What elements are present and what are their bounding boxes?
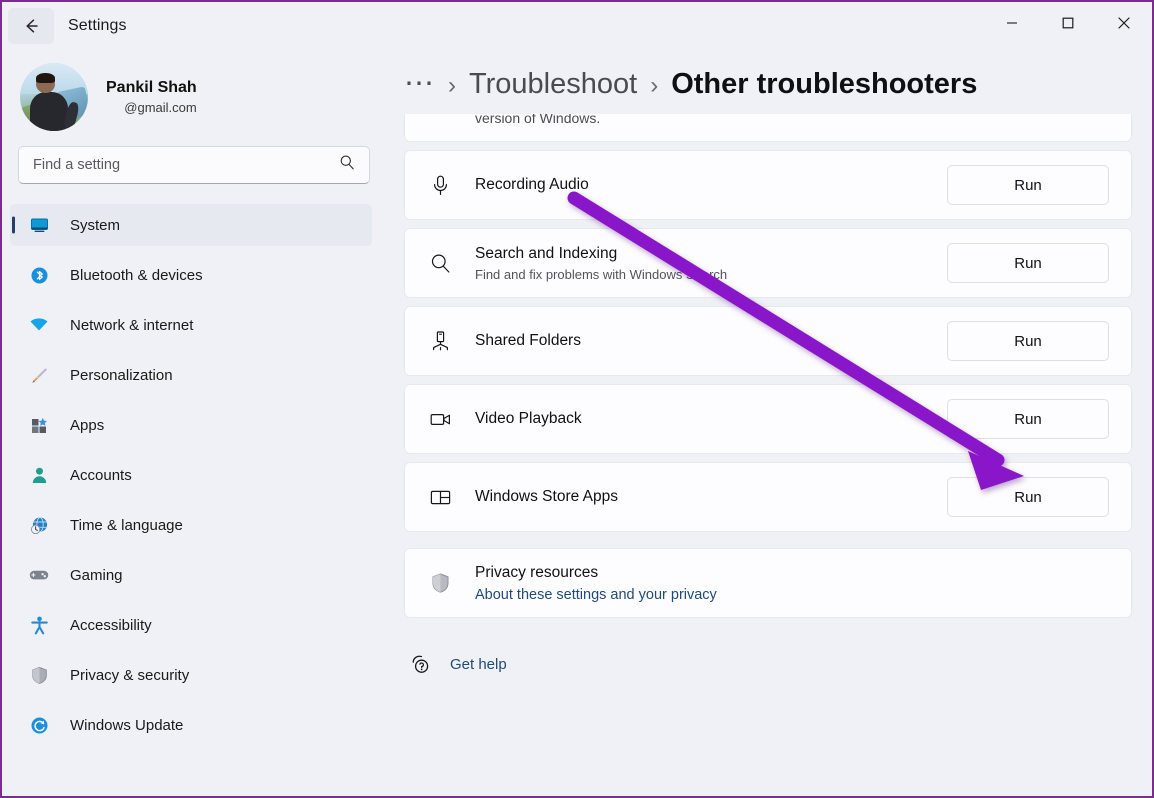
sidebar-item-bluetooth-devices[interactable]: Bluetooth & devices	[10, 254, 372, 296]
run-button-recording-audio[interactable]: Run	[947, 165, 1109, 205]
minimize-button[interactable]	[984, 2, 1040, 48]
sidebar-item-label: Bluetooth & devices	[70, 266, 203, 284]
profile-name: Pankil Shah	[106, 79, 197, 97]
troubleshooter-row-windows-store-apps[interactable]: Windows Store Apps Run	[404, 462, 1132, 532]
run-button-video-playback[interactable]: Run	[947, 399, 1109, 439]
breadcrumb-overflow-button[interactable]: ⋯	[404, 69, 435, 99]
sidebar-item-network-internet[interactable]: Network & internet	[10, 304, 372, 346]
partial-card-above: version of Windows.	[404, 114, 1132, 142]
run-button-windows-store-apps[interactable]: Run	[947, 477, 1109, 517]
paintbrush-icon	[28, 364, 50, 386]
sidebar-item-label: Privacy & security	[70, 666, 190, 684]
system-monitor-icon	[28, 214, 50, 236]
update-refresh-icon	[28, 714, 50, 736]
help-question-icon	[408, 652, 432, 676]
page-title: Other troubleshooters	[671, 68, 978, 100]
sidebar-item-label: Windows Update	[70, 716, 184, 734]
window-title: Settings	[68, 17, 127, 34]
privacy-resources-title: Privacy resources	[475, 564, 599, 582]
breadcrumb: ⋯ › Troubleshoot › Other troubleshooters	[388, 50, 1152, 114]
search-input[interactable]	[18, 146, 370, 184]
troubleshooter-title: Video Playback	[475, 409, 582, 427]
back-button[interactable]	[8, 8, 54, 44]
avatar	[20, 63, 88, 131]
microphone-icon	[427, 173, 453, 198]
profile-email: @gmail.com	[124, 100, 197, 116]
shield-icon	[28, 664, 50, 686]
wifi-icon	[28, 314, 50, 336]
troubleshooter-list[interactable]: version of Windows. Recording Audio Run	[388, 114, 1152, 796]
shared-folders-icon	[427, 329, 453, 354]
store-apps-icon	[427, 485, 453, 510]
troubleshooter-title: Recording Audio	[475, 175, 589, 193]
partial-card-text: version of Windows.	[475, 114, 601, 126]
bluetooth-icon	[28, 264, 50, 286]
accessibility-person-icon	[28, 614, 50, 636]
privacy-resources-link[interactable]: About these settings and your privacy	[475, 587, 1109, 603]
get-help-link[interactable]: Get help	[408, 652, 507, 676]
maximize-icon	[1061, 16, 1075, 35]
troubleshooter-row-shared-folders[interactable]: Shared Folders Run	[404, 306, 1132, 376]
main-content: ⋯ › Troubleshoot › Other troubleshooters…	[388, 50, 1152, 796]
sidebar: Pankil Shah @gmail.com Find a setting Sy…	[2, 50, 388, 796]
troubleshooter-row-video-playback[interactable]: Video Playback Run	[404, 384, 1132, 454]
sidebar-item-label: System	[70, 216, 121, 234]
sidebar-item-privacy-security[interactable]: Privacy & security	[10, 654, 372, 696]
window-controls	[984, 2, 1152, 48]
title-bar: Settings	[2, 2, 1152, 50]
sidebar-item-label: Personalization	[70, 366, 173, 384]
person-icon	[28, 464, 50, 486]
sidebar-item-windows-update[interactable]: Windows Update	[10, 704, 372, 746]
troubleshooter-row-search-and-indexing[interactable]: Search and Indexing Find and fix problem…	[404, 228, 1132, 298]
run-button-shared-folders[interactable]: Run	[947, 321, 1109, 361]
close-button[interactable]	[1096, 2, 1152, 48]
sidebar-item-accounts[interactable]: Accounts	[10, 454, 372, 496]
clock-globe-icon	[28, 514, 50, 536]
sidebar-item-apps[interactable]: Apps	[10, 404, 372, 446]
troubleshooter-title: Shared Folders	[475, 331, 581, 349]
maximize-button[interactable]	[1040, 2, 1096, 48]
sidebar-item-label: Network & internet	[70, 316, 194, 334]
sidebar-item-personalization[interactable]: Personalization	[10, 354, 372, 396]
close-icon	[1116, 15, 1132, 36]
back-arrow-icon	[21, 16, 41, 36]
sidebar-item-accessibility[interactable]: Accessibility	[10, 604, 372, 646]
sidebar-item-label: Time & language	[70, 516, 183, 534]
breadcrumb-parent-link[interactable]: Troubleshoot	[469, 68, 637, 101]
sidebar-item-label: Gaming	[70, 566, 123, 584]
get-help-label: Get help	[450, 655, 507, 673]
settings-window: Settings Pankil Shah @gmail.com Find a s…	[0, 0, 1154, 798]
sidebar-item-label: Apps	[70, 416, 105, 434]
troubleshooter-title: Search and Indexing	[475, 245, 618, 263]
run-button-search-and-indexing[interactable]: Run	[947, 243, 1109, 283]
privacy-resources-card[interactable]: Privacy resources About these settings a…	[404, 548, 1132, 618]
sidebar-item-system[interactable]: System	[10, 204, 372, 246]
gamepad-icon	[28, 564, 50, 586]
user-profile[interactable]: Pankil Shah @gmail.com	[2, 50, 388, 131]
sidebar-item-label: Accounts	[70, 466, 132, 484]
sidebar-item-time-language[interactable]: Time & language	[10, 504, 372, 546]
minimize-icon	[1005, 16, 1019, 35]
breadcrumb-separator: ›	[650, 72, 659, 99]
video-camera-icon	[427, 407, 453, 432]
search-icon	[427, 251, 453, 276]
sidebar-nav: System Bluetooth & devices Network & int…	[2, 204, 388, 746]
breadcrumb-separator: ›	[448, 72, 456, 99]
troubleshooter-subtitle: Find and fix problems with Windows Searc…	[475, 266, 728, 282]
sidebar-item-gaming[interactable]: Gaming	[10, 554, 372, 596]
apps-grid-icon	[28, 414, 50, 436]
troubleshooter-title: Windows Store Apps	[475, 487, 619, 505]
troubleshooter-row-recording-audio[interactable]: Recording Audio Run	[404, 150, 1132, 220]
shield-icon	[427, 571, 453, 596]
sidebar-item-label: Accessibility	[70, 616, 152, 634]
search-box	[18, 146, 370, 184]
